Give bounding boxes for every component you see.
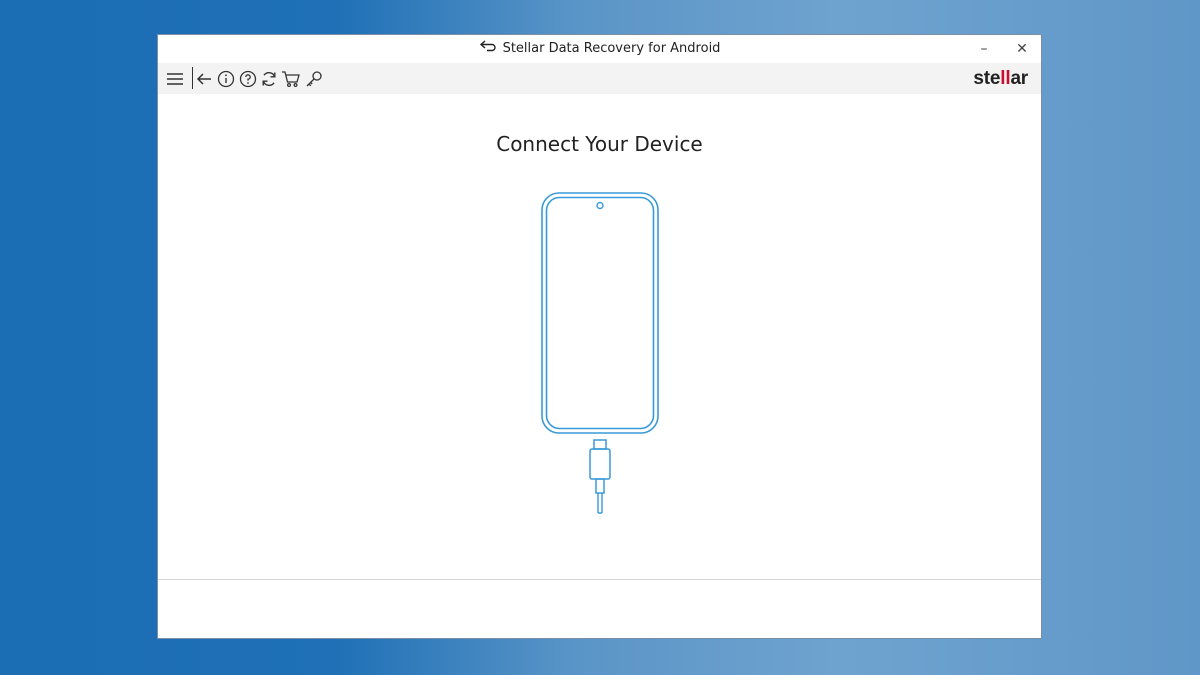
key-icon[interactable] xyxy=(304,69,324,89)
help-icon[interactable] xyxy=(238,69,258,89)
window-title: Stellar Data Recovery for Android xyxy=(158,40,1041,56)
minimize-button[interactable]: – xyxy=(973,39,995,59)
refresh-icon[interactable] xyxy=(259,69,279,89)
title-bar[interactable]: Stellar Data Recovery for Android – ✕ xyxy=(158,35,1041,63)
close-button[interactable]: ✕ xyxy=(1011,39,1033,59)
page-title: Connect Your Device xyxy=(496,132,703,156)
app-logo-icon xyxy=(479,40,497,56)
cart-icon[interactable] xyxy=(281,69,301,89)
info-icon[interactable] xyxy=(216,69,236,89)
minimize-icon: – xyxy=(980,41,988,57)
app-window: Stellar Data Recovery for Android – ✕ st… xyxy=(157,34,1042,639)
footer-bar xyxy=(158,580,1041,638)
menu-icon[interactable] xyxy=(165,69,185,89)
phone-with-usb-cable-icon xyxy=(540,191,660,525)
stellar-logo: stellar xyxy=(973,68,1028,89)
toolbar-divider xyxy=(192,67,193,89)
toolbar: stellar xyxy=(158,63,1041,94)
window-title-text: Stellar Data Recovery for Android xyxy=(502,40,721,56)
back-arrow-icon[interactable] xyxy=(194,69,214,89)
close-icon: ✕ xyxy=(1016,41,1028,57)
